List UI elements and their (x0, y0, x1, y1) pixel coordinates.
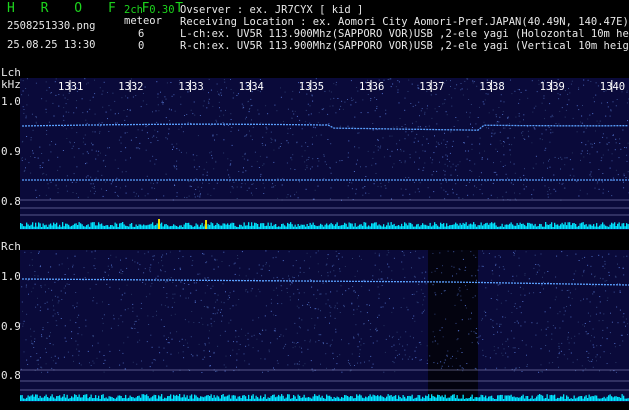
time-tick-label: 1335 (299, 81, 324, 93)
lch-spectrogram (20, 78, 629, 230)
time-tick-label: 1331 (58, 81, 83, 93)
lch-background (20, 78, 629, 230)
rch-spectrogram (20, 250, 629, 402)
time-tick-label: 1339 (540, 81, 565, 93)
lch-meteor-marker (205, 220, 207, 229)
time-tick-label: 1334 (239, 81, 264, 93)
time-tick-label: 1336 (359, 81, 384, 93)
time-tick-label: 1332 (118, 81, 143, 93)
time-tick-label: 1338 (479, 81, 504, 93)
lch-meteor-marker (158, 219, 160, 229)
time-tick-label: 1337 (419, 81, 444, 93)
rch-dark-band (428, 250, 478, 402)
time-tick-label: 1340 (600, 81, 625, 93)
rch-background (20, 250, 629, 402)
time-tick-label: 1333 (178, 81, 203, 93)
